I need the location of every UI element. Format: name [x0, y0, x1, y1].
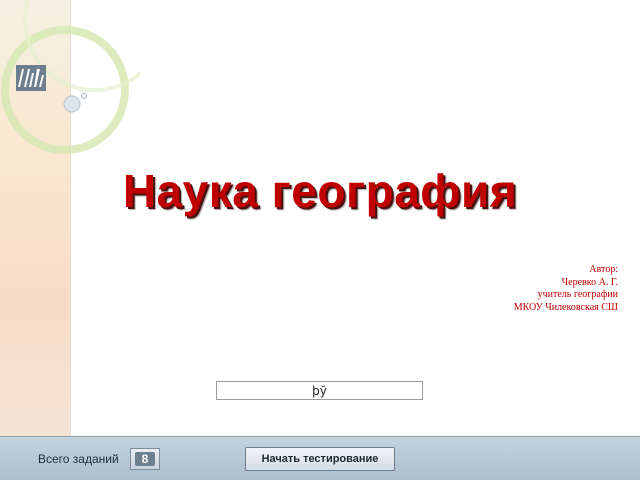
start-test-button[interactable]: Начать тестирование [245, 447, 395, 471]
author-line: Черевко А. Г. [561, 276, 618, 288]
author-block: Автор: Черевко А. Г. учитель географии М… [514, 264, 618, 314]
count-value: 8 [141, 452, 149, 466]
total-tasks-label: Всего заданий [38, 452, 119, 466]
author-line: МКОУ Чилековская СШ [513, 301, 618, 313]
slide-canvas: Наука география Автор: Черевко А. Г. учи… [0, 0, 640, 436]
slide-title: Наука география [122, 165, 518, 217]
total-tasks-count: 8 [130, 448, 160, 470]
bottom-toolbar: Всего заданий 8 Начать тестирование [0, 436, 640, 480]
answer-input[interactable]: þў [216, 381, 423, 400]
author-line: Автор: [589, 264, 618, 275]
barcode-logo-icon [16, 65, 46, 91]
author-line: учитель географии [537, 289, 618, 300]
